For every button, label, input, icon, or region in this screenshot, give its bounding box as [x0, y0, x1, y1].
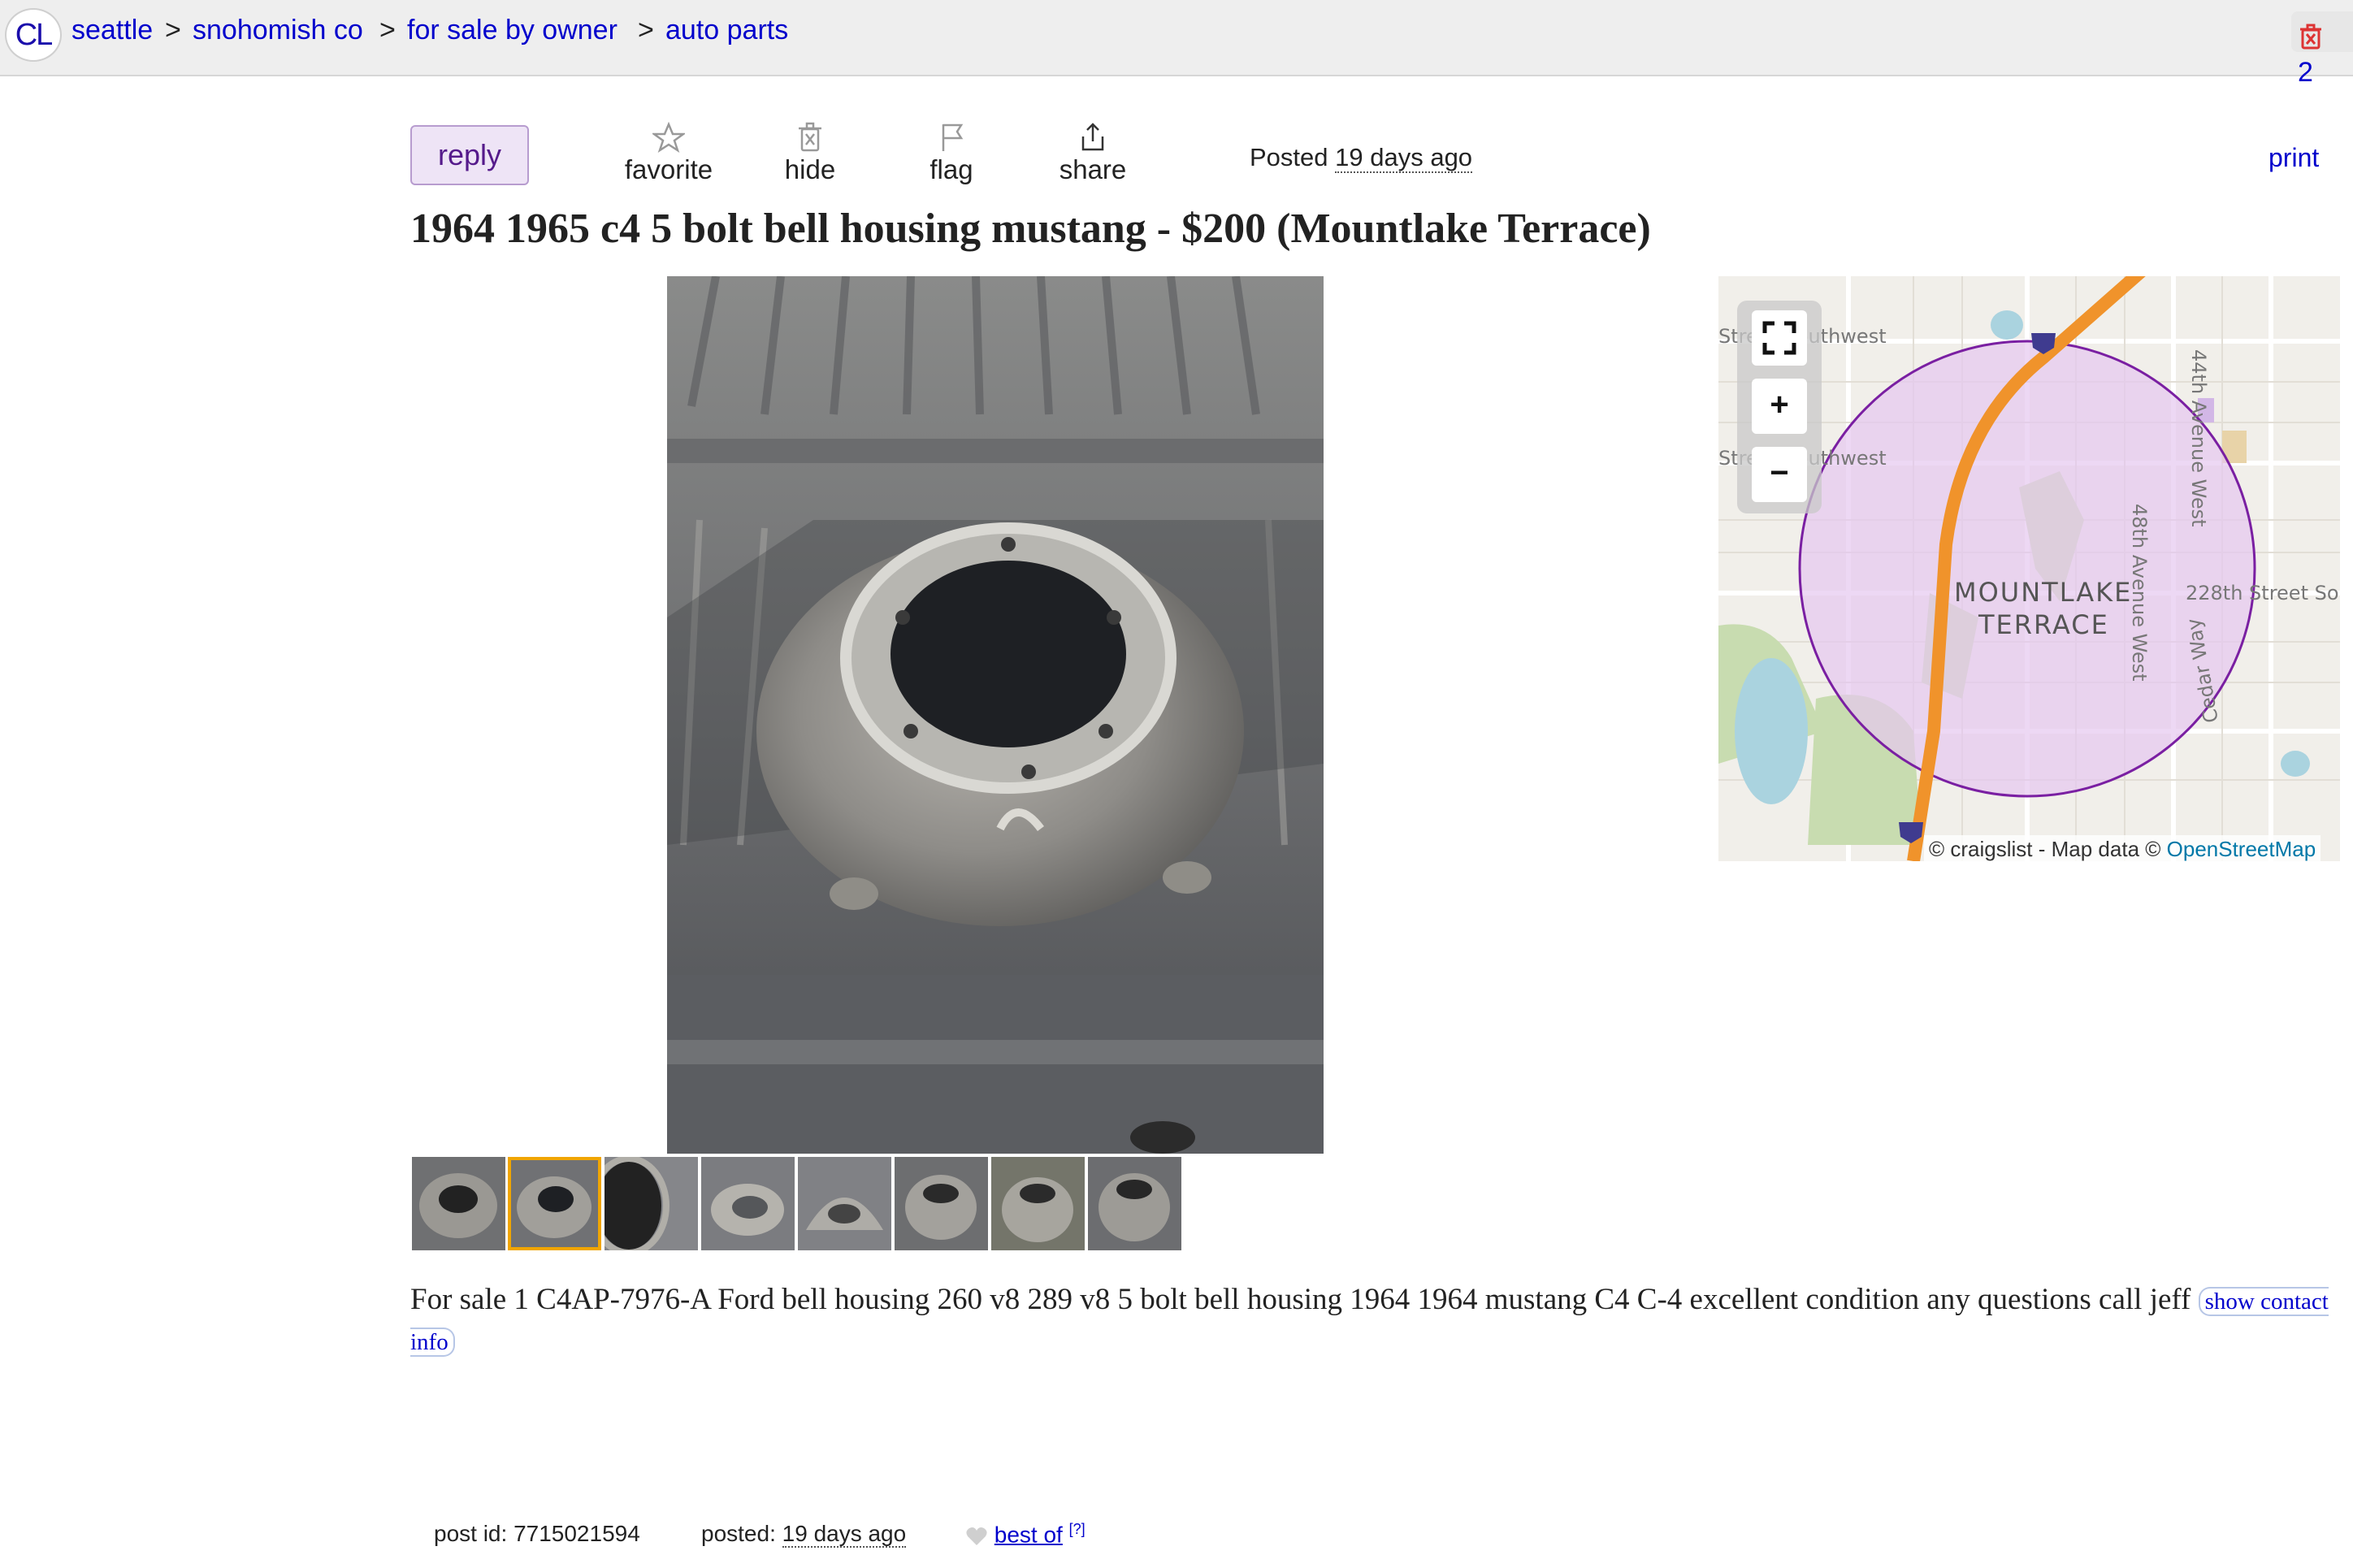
- post-id-value: 7715021594: [514, 1521, 640, 1546]
- share-label: share: [1059, 154, 1127, 184]
- trash-icon: [799, 122, 821, 152]
- post-id-label: post id:: [434, 1521, 508, 1546]
- map-label-area: MOUNTLAKE: [1954, 577, 2132, 608]
- flag-label: flag: [930, 154, 973, 184]
- share-button[interactable]: share: [1040, 122, 1146, 185]
- breadcrumb-separator: >: [638, 15, 654, 45]
- reply-button[interactable]: reply: [410, 125, 529, 185]
- map-label-street: 228th Street So: [2186, 582, 2339, 604]
- hide-label: hide: [784, 154, 836, 184]
- breadcrumb-seattle[interactable]: seattle: [72, 15, 153, 46]
- photo-thumbnail-selected[interactable]: [508, 1157, 601, 1250]
- photo-thumbnail[interactable]: [604, 1157, 698, 1250]
- favorites-count: 2: [2298, 57, 2313, 88]
- craigslist-logo[interactable]: CL: [5, 8, 62, 62]
- favorite-button[interactable]: favorite: [616, 122, 722, 185]
- map-zoom-out-button[interactable]: −: [1752, 447, 1807, 502]
- openstreetmap-link[interactable]: OpenStreetMap: [2167, 837, 2316, 861]
- flag-button[interactable]: flag: [899, 122, 1004, 185]
- hide-button[interactable]: hide: [757, 122, 863, 185]
- main-listing-photo[interactable]: [667, 276, 1324, 1154]
- fullscreen-icon: [1762, 321, 1796, 355]
- photo-thumbnail[interactable]: [701, 1157, 795, 1250]
- posting-body: For sale 1 C4AP-7976-A Ford bell housing…: [410, 1280, 2336, 1362]
- map-attribution-text: © craigslist - Map data ©: [1929, 837, 2161, 861]
- heart-icon: [966, 1527, 987, 1545]
- best-of-link[interactable]: best of: [994, 1522, 1063, 1547]
- breadcrumb-snohomish-co[interactable]: snohomish co: [193, 15, 363, 46]
- share-icon: [1081, 123, 1104, 151]
- map-label-avenue: 48th Avenue West: [2128, 504, 2151, 682]
- flag-icon: [942, 123, 964, 151]
- favorite-label: favorite: [624, 154, 713, 184]
- map-attribution: © craigslist - Map data © OpenStreetMap: [1924, 835, 2321, 864]
- post-id: post id: 7715021594: [434, 1521, 640, 1547]
- photo-thumbnail[interactable]: [991, 1157, 1085, 1250]
- breadcrumb-separator: >: [379, 15, 396, 45]
- posted-when: 19 days ago: [1335, 143, 1473, 173]
- best-of-section: best of [?]: [965, 1521, 1086, 1548]
- photo-thumbnail[interactable]: [412, 1157, 505, 1250]
- photo-thumbnail[interactable]: [1088, 1157, 1181, 1250]
- posted-date: Posted 19 days ago: [1250, 143, 1473, 173]
- hidden-favorites-counter[interactable]: 2: [2291, 11, 2353, 88]
- map-label-avenue: 44th Avenue West: [2187, 349, 2210, 527]
- posting-body-text: For sale 1 C4AP-7976-A Ford bell housing…: [410, 1283, 2191, 1316]
- posted-info: posted: 19 days ago: [701, 1521, 907, 1548]
- posted-prefix: Posted: [1250, 143, 1328, 171]
- photo-thumbnail[interactable]: [895, 1157, 988, 1250]
- star-icon: [652, 122, 685, 153]
- map-label-area: TERRACE: [1978, 609, 2109, 640]
- breadcrumb-for-sale-by-owner[interactable]: for sale by owner: [407, 15, 618, 46]
- breadcrumb-separator: >: [165, 15, 181, 45]
- map-zoom-in-button[interactable]: +: [1752, 379, 1807, 434]
- print-link[interactable]: print: [2268, 143, 2319, 173]
- posting-title: 1964 1965 c4 5 bolt bell housing mustang…: [410, 206, 1651, 252]
- posted-when-footer: 19 days ago: [782, 1521, 907, 1548]
- trash-x-icon: [2298, 20, 2324, 50]
- breadcrumb-auto-parts[interactable]: auto parts: [665, 15, 788, 46]
- map-fullscreen-button[interactable]: [1752, 310, 1807, 366]
- posted-label: posted:: [701, 1521, 776, 1546]
- photo-thumbnail[interactable]: [798, 1157, 891, 1250]
- best-of-help-link[interactable]: [?]: [1069, 1521, 1086, 1537]
